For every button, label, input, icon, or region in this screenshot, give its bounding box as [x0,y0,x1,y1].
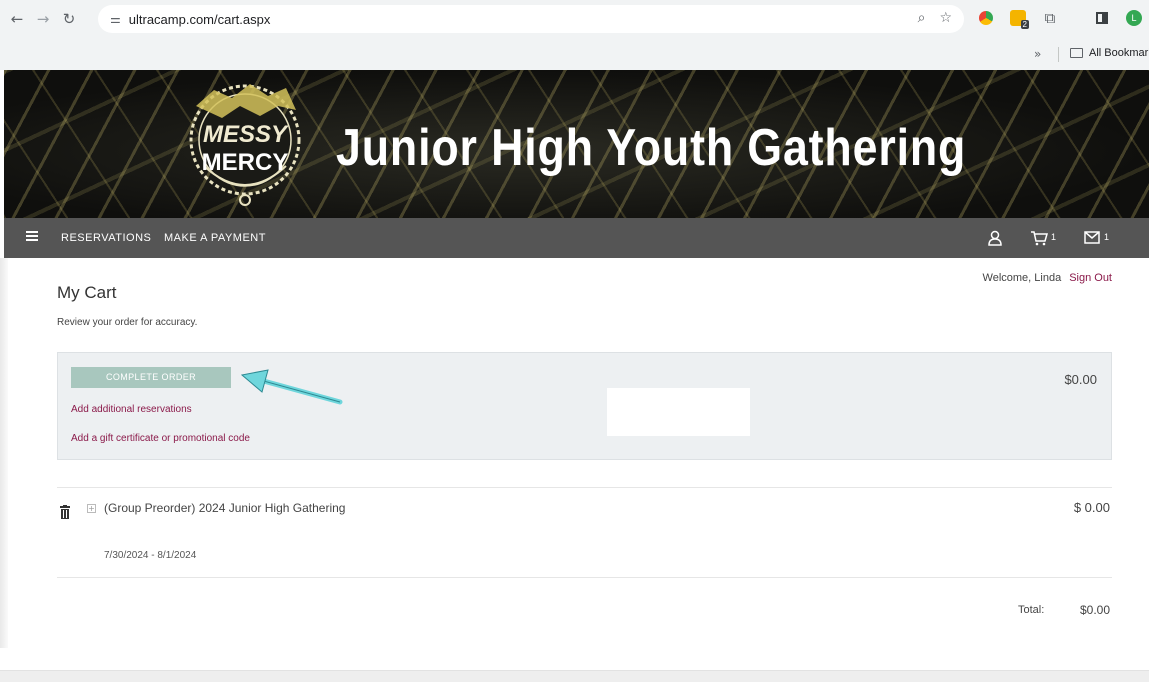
sign-out-link[interactable]: Sign Out [1069,272,1112,284]
address-bar[interactable]: ⚌ ultracamp.com/cart.aspx ⌕ ☆ [98,5,964,33]
cart-count: 1 [1051,232,1057,242]
zoom-icon[interactable]: ⌕ [918,10,926,26]
site-info-icon[interactable]: ⚌ [110,12,121,26]
page-subtitle: Review your order for accuracy. [57,317,198,328]
toolbar-separator [1072,8,1080,28]
add-reservations-link[interactable]: Add additional reservations [71,404,192,415]
cart-divider-bottom [57,577,1112,578]
bookmarks-bar: » All Bookmarks [0,38,1149,70]
page-title: My Cart [57,283,117,302]
messages-count: 1 [1104,232,1110,242]
user-account-icon[interactable] [988,230,1002,246]
blank-white-box [607,388,750,436]
back-icon[interactable]: ← [6,8,28,30]
add-gift-certificate-link[interactable]: Add a gift certificate or promotional co… [71,433,250,444]
logo-text-messy: MESSY [203,121,289,148]
nav-reservations[interactable]: RESERVATIONS [61,232,151,244]
nav-make-payment[interactable]: MAKE A PAYMENT [164,232,266,244]
profile-initial: L [1126,10,1142,26]
page-banner-title: Junior High Youth Gathering [336,119,967,177]
trash-icon[interactable] [59,505,71,519]
reload-icon[interactable]: ↻ [58,8,80,30]
order-summary-panel: COMPLETE ORDER Add additional reservatio… [57,352,1112,460]
cart-icon[interactable] [1030,230,1048,246]
cart-divider-top [57,487,1112,488]
extension-chrome-icon[interactable] [976,8,996,28]
url-text: ultracamp.com/cart.aspx [128,11,271,27]
total-label: Total: [1018,604,1045,616]
bookmarks-chevron-icon[interactable]: » [1034,47,1041,61]
extension-badge-icon[interactable]: 2 [1008,8,1029,29]
cart-item-dates: 7/30/2024 - 8/1/2024 [104,550,197,561]
messy-mercy-logo[interactable]: MESSY MERCY [174,76,316,214]
all-bookmarks-link[interactable]: All Bookmarks [1089,47,1149,59]
browser-toolbar: ← → ↻ ⚌ ultracamp.com/cart.aspx ⌕ ☆ 2 ⧉ … [0,0,1149,38]
profile-avatar[interactable]: L [1124,8,1144,28]
order-total: $0.00 [1064,372,1097,387]
side-panel-icon[interactable] [1092,8,1112,28]
welcome-text: Welcome, Linda [982,272,1062,284]
logo-text-mercy: MERCY [202,149,289,176]
folder-icon [1070,48,1083,58]
annotation-arrow [240,369,343,405]
complete-order-button[interactable]: COMPLETE ORDER [71,367,231,388]
site-nav: RESERVATIONS MAKE A PAYMENT 1 1 [4,218,1149,258]
extension-badge-count: 2 [1020,20,1029,29]
messages-icon[interactable] [1084,231,1100,244]
forward-icon[interactable]: → [32,8,54,30]
total-value: $0.00 [1079,603,1110,617]
extensions-puzzle-icon[interactable]: ⧉ [1040,8,1060,28]
welcome-bar: Welcome, Linda Sign Out [983,272,1112,284]
footer-strip [0,670,1149,682]
bookmark-star-icon[interactable]: ☆ [939,10,952,26]
cart-item-price: $ 0.00 [1073,500,1110,515]
expand-icon[interactable]: + [87,504,96,513]
site-banner: MESSY MERCY Junior High Youth Gathering [4,70,1149,218]
page-left-shade [0,258,8,648]
cart-item-name: (Group Preorder) 2024 Junior High Gather… [104,501,346,515]
hamburger-menu-icon[interactable] [26,235,38,237]
bookmarks-separator [1058,47,1059,62]
